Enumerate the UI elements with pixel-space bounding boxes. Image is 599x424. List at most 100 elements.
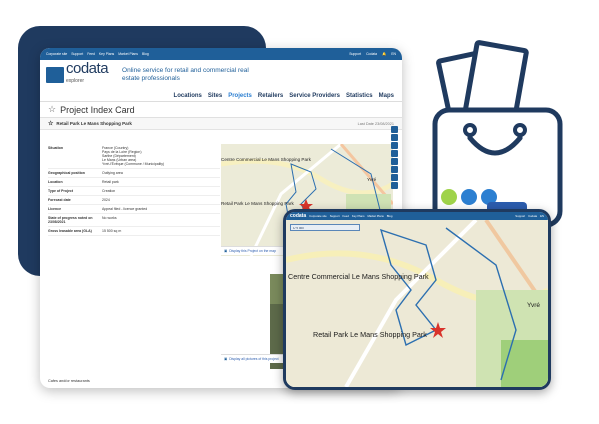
detail-key: Gross leasable area (GLA): [48, 229, 92, 233]
detail-row: Gross leasable area (GLA) 15 500 sq m: [48, 227, 220, 236]
popup-logo[interactable]: codata: [290, 213, 306, 219]
star-icon[interactable]: ☆: [48, 104, 56, 115]
sidebar-tool-4[interactable]: [391, 150, 398, 157]
brand-tagline: Online service for retail and commercial…: [122, 67, 249, 82]
detail-row: Situation France (Country) Pays de la Loir…: [48, 144, 220, 169]
popup-link-marketplans[interactable]: Market Plans: [367, 214, 383, 218]
detail-value: Creation: [102, 189, 220, 193]
nav-locations[interactable]: Locations: [174, 93, 202, 99]
popup-link-feed[interactable]: Feed: [343, 214, 349, 218]
detail-row: Licence Appeal filed - licence granted: [48, 205, 220, 214]
support-dropdown[interactable]: Support: [349, 52, 361, 56]
project-name: Retail Park Le Mans Shopping Park: [56, 121, 132, 126]
popup-label-commercial: Centre Commercial Le Mans Shopping Park: [288, 272, 429, 281]
detail-row: Location Retail park: [48, 178, 220, 187]
brand-logo[interactable]: codata explorer: [66, 61, 109, 88]
map-label-retail: Retail Park Le Mans Shopping Park: [221, 201, 294, 206]
popup-link-corporate[interactable]: Corporate site: [309, 214, 327, 218]
sidebar-tool-7[interactable]: [391, 174, 398, 181]
sidebar-tool-2[interactable]: [391, 134, 398, 141]
detail-value: 2024: [102, 198, 220, 202]
page-title: Project Index Card: [60, 104, 135, 115]
sidebar-tool-6[interactable]: [391, 166, 398, 173]
green-dot: [441, 189, 457, 205]
page-title-row: ☆ Project Index Card: [40, 102, 402, 118]
footer-category: Cafes and/or restaurants: [48, 379, 90, 383]
language-select[interactable]: EN: [391, 52, 396, 56]
detail-value: Appeal filed - licence granted: [102, 207, 220, 211]
zoom-scale-control[interactable]: 1/ 5 000: [290, 224, 360, 231]
nav-projects[interactable]: Projects: [228, 93, 252, 99]
nav-retailers[interactable]: Retailers: [258, 93, 283, 99]
sidebar-tool-8[interactable]: [391, 182, 398, 189]
display-project-map-label: Display this Project on the map: [229, 249, 276, 253]
detail-value-line: Yvré-l'Évêque (Commune / Municipality): [102, 162, 165, 166]
popup-topbar: codata Corporate site Support Feed Key P…: [286, 212, 548, 220]
detail-value: France (Country) Pays de la Loire (Region…: [102, 146, 220, 166]
detail-value: 15 500 sq m: [102, 229, 220, 233]
detail-row: Type of Project Creation: [48, 187, 220, 196]
detail-row: Forecast date 2024: [48, 196, 220, 205]
popup-lang[interactable]: EN: [540, 214, 544, 218]
detail-value: Retail park: [102, 180, 220, 184]
main-nav: Locations Sites Projects Retailers Servi…: [40, 90, 402, 102]
popup-link-support[interactable]: Support: [330, 214, 340, 218]
stage: Corporate site Support Feed Key Plans Ma…: [0, 0, 599, 424]
detail-value-line: Retail park: [102, 180, 119, 184]
detail-value-line: 15 500 sq m: [102, 229, 122, 233]
popup-link-keyplans[interactable]: Key Plans: [352, 214, 365, 218]
topbar-link-feed[interactable]: Feed: [87, 52, 95, 56]
detail-value: Outlying area: [102, 171, 220, 175]
brand-row: codata explorer Online service for retai…: [40, 60, 402, 90]
sidebar-tool-3[interactable]: [391, 142, 398, 149]
detail-value-line: Creation: [102, 189, 116, 193]
map-label-commercial: Centre Commercial Le Mans Shopping Park: [221, 157, 311, 162]
nav-service-providers[interactable]: Service Providers: [289, 93, 340, 99]
sidebar-tool-5[interactable]: [391, 158, 398, 165]
nav-statistics[interactable]: Statistics: [346, 93, 373, 99]
detail-value-line: Appeal filed - licence granted: [102, 207, 148, 211]
detail-row: Geographical position Outlying area: [48, 169, 220, 178]
detail-key: State of progress noted on 23/08/2021: [48, 216, 93, 224]
sidebar-tool-1[interactable]: [391, 126, 398, 133]
last-date-value: 23/08/2021: [374, 121, 394, 126]
map-button-icon: ▣: [224, 249, 228, 253]
popup-map-window: codata Corporate site Support Feed Key P…: [283, 209, 551, 390]
codata-logo-icon: [46, 67, 64, 83]
popup-map[interactable]: 1/ 5 000 Centre Commercial Le Mans Shopp…: [286, 220, 548, 387]
blue-dot-1: [461, 189, 477, 205]
popup-support[interactable]: Support: [515, 214, 525, 218]
detail-key: Forecast date: [48, 198, 71, 202]
map-label-yvre: Yvré: [367, 177, 377, 182]
detail-key: Type of Project: [48, 189, 74, 193]
popup-label-retail: Retail Park Le Mans Shopping Park: [313, 330, 427, 339]
favorite-star-icon[interactable]: ☆: [48, 120, 53, 127]
detail-key: Situation: [48, 146, 63, 150]
nav-sites[interactable]: Sites: [208, 93, 222, 99]
popup-user[interactable]: Codata: [528, 214, 537, 218]
detail-key: Licence: [48, 207, 62, 211]
nav-maps[interactable]: Maps: [379, 93, 394, 99]
detail-value-line: Outlying area: [102, 171, 123, 175]
last-date-label: Last Date: [357, 121, 374, 126]
detail-value-line: 2024: [102, 198, 110, 202]
top-utility-bar: Corporate site Support Feed Key Plans Ma…: [40, 48, 402, 60]
topbar-link-corporate[interactable]: Corporate site: [46, 52, 67, 56]
zoom-scale-label: 1/ 5 000: [293, 225, 304, 230]
project-details-table: Situation France (Country) Pays de la Loir…: [48, 144, 220, 236]
user-menu[interactable]: Codata: [366, 52, 377, 56]
detail-value: No works: [102, 216, 220, 224]
popup-link-blog[interactable]: Blog: [387, 214, 393, 218]
topbar-link-keyplans[interactable]: Key Plans: [99, 52, 114, 56]
photo-button-icon: ▣: [224, 357, 228, 361]
display-all-pictures-label: Display all pictures of this project: [229, 357, 279, 361]
topbar-link-blog[interactable]: Blog: [142, 52, 149, 56]
detail-row: State of progress noted on 23/08/2021 No …: [48, 214, 220, 227]
detail-key: Geographical position: [48, 171, 85, 175]
bell-icon[interactable]: 🔔: [382, 52, 386, 56]
detail-key: Location: [48, 180, 63, 184]
topbar-link-support[interactable]: Support: [71, 52, 83, 56]
popup-map-graphic: [286, 220, 548, 387]
right-tool-sidebar: [391, 126, 398, 189]
topbar-link-marketplans[interactable]: Market Plans: [118, 52, 138, 56]
